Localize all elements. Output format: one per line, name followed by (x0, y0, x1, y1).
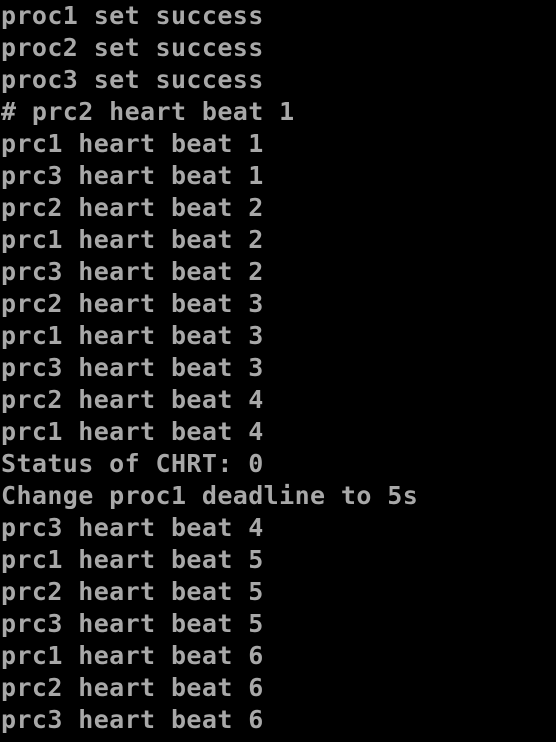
terminal-output: proc1 set success proc2 set success proc… (1, 0, 418, 736)
output-line: prc1 heart beat 5 (1, 545, 264, 574)
output-line: prc1 heart beat 3 (1, 321, 264, 350)
output-line: prc1 heart beat 2 (1, 225, 264, 254)
output-line-proc2-set: proc2 set success (1, 33, 264, 62)
output-line: prc3 heart beat 3 (1, 353, 264, 382)
output-line: prc2 heart beat 3 (1, 289, 264, 318)
output-line: prc2 heart beat 6 (1, 673, 264, 702)
output-line: prc1 heart beat 4 (1, 417, 264, 446)
output-line-prompt: # prc2 heart beat 1 (1, 97, 295, 126)
terminal-console[interactable]: proc1 set success proc2 set success proc… (0, 0, 556, 742)
output-line: prc3 heart beat 1 (1, 161, 264, 190)
output-line: prc1 heart beat 6 (1, 641, 264, 670)
output-line-deadline-change: Change proc1 deadline to 5s (1, 481, 419, 510)
output-line-status: Status of CHRT: 0 (1, 449, 264, 478)
output-line-proc3-set: proc3 set success (1, 65, 264, 94)
output-line: prc2 heart beat 2 (1, 193, 264, 222)
output-line: prc3 heart beat 6 (1, 705, 264, 734)
output-line: prc3 heart beat 5 (1, 609, 264, 638)
output-line: prc2 heart beat 5 (1, 577, 264, 606)
output-line-proc1-set: proc1 set success (1, 1, 264, 30)
output-line: prc3 heart beat 2 (1, 257, 264, 286)
output-line: prc2 heart beat 4 (1, 385, 264, 414)
output-line: prc1 heart beat 1 (1, 129, 264, 158)
output-line: prc3 heart beat 4 (1, 513, 264, 542)
